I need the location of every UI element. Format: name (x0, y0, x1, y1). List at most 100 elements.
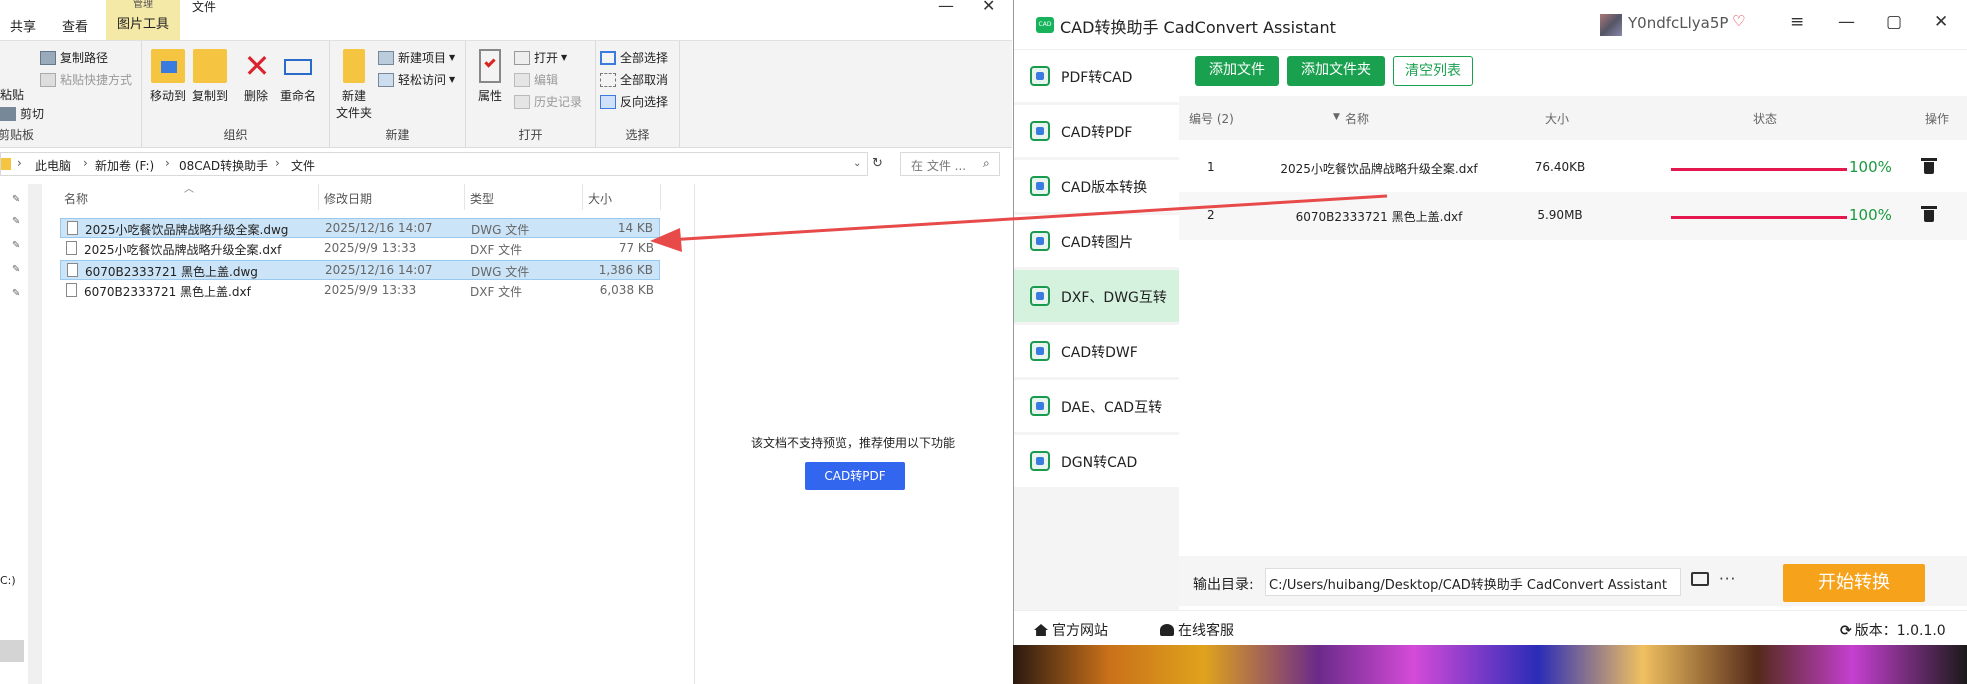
output-path-input[interactable]: C:/Users/huibang/Desktop/CAD转换助手 CadConv… (1265, 568, 1681, 596)
sort-down-icon[interactable]: ▼ (1333, 112, 1340, 122)
edit-button[interactable]: 编辑 (514, 71, 558, 88)
table-row[interactable]: 1 2025小吃餐饮品牌战略升级全案.dxf 76.40KB 100% (1179, 144, 1967, 192)
search-icon[interactable]: ⌕ (983, 156, 990, 171)
row-file-size: 5.90MB (1537, 208, 1583, 222)
pin-icon[interactable]: ✎ (12, 194, 20, 205)
file-row[interactable]: 2025小吃餐饮品牌战略升级全案.dxf 2025/9/9 13:33 DXF 文件… (60, 239, 660, 259)
online-service-link[interactable]: 在线客服 (1160, 620, 1234, 640)
avatar[interactable] (1600, 14, 1622, 36)
file-date: 2025/12/16 14:07 (325, 221, 433, 235)
ribbon-group-label: 新建 (385, 128, 410, 142)
close-icon[interactable]: ✕ (1934, 12, 1948, 32)
trash-icon[interactable] (1921, 206, 1937, 222)
cad-convert-window: CAD CAD转换助手 CadConvert Assistant Y0ndfcL… (1013, 0, 1967, 645)
sidebar-item[interactable]: PDF转CAD (1014, 50, 1179, 102)
new-folder-button[interactable]: 新建 文件夹 (334, 49, 374, 121)
file-size: 1,386 KB (598, 263, 653, 277)
file-row[interactable]: 6070B2333721 黑色上盖.dwg 2025/12/16 14:07 DWG… (60, 260, 660, 280)
cut-button[interactable]: 剪切 (0, 105, 44, 122)
column-divider[interactable] (464, 184, 465, 210)
breadcrumb-drive[interactable]: 新加卷 (F:) (95, 157, 154, 174)
header-name[interactable]: 名称 (1345, 110, 1369, 127)
copy-to-button[interactable]: 复制到 (190, 49, 230, 104)
start-convert-button[interactable]: 开始转换 (1783, 564, 1925, 602)
nav-scroll-thumb[interactable] (0, 640, 24, 662)
paste-button[interactable]: 粘贴 (0, 86, 24, 103)
diamond-icon[interactable]: ♡ (1732, 12, 1745, 30)
pin-icon[interactable]: ✎ (12, 240, 20, 251)
select-none-button[interactable]: 全部取消 (600, 71, 668, 88)
website-label: 官方网站 (1052, 623, 1108, 639)
new-item-icon (378, 50, 394, 65)
paste-shortcut-button[interactable]: 粘贴快捷方式 (40, 71, 132, 88)
column-divider[interactable] (660, 184, 661, 210)
new-item-button[interactable]: 新建项目 ▼ (378, 49, 455, 66)
select-all-button[interactable]: 全部选择 (600, 49, 668, 66)
sidebar-item[interactable]: DAE、CAD互转 (1014, 380, 1179, 432)
rename-button[interactable]: 重命名 (278, 49, 318, 104)
app-logo: CAD (1036, 17, 1054, 33)
copy-path-button[interactable]: 复制路径 (40, 49, 108, 66)
search-placeholder: 在 文件 ... (911, 159, 967, 173)
easy-access-button[interactable]: 轻松访问 ▼ (378, 71, 455, 88)
sidebar-item[interactable]: CAD转PDF (1014, 105, 1179, 157)
file-size: 14 KB (617, 221, 653, 235)
pin-icon[interactable]: ✎ (12, 216, 20, 227)
more-icon[interactable]: ··· (1719, 570, 1736, 588)
breadcrumb-folder[interactable]: 08CAD转换助手 (179, 157, 268, 174)
add-folder-button[interactable]: 添加文件夹 (1287, 56, 1385, 86)
sidebar-item[interactable]: DGN转CAD (1014, 435, 1179, 487)
chevron-down-icon[interactable]: ⌄ (853, 158, 861, 169)
properties-button[interactable]: 属性 (474, 49, 506, 104)
breadcrumb-current[interactable]: 文件 (291, 157, 315, 174)
user-name[interactable]: Y0ndfcLlya5P (1628, 14, 1728, 32)
nav-drive-label[interactable]: C:) (0, 574, 16, 587)
breadcrumb-this-pc[interactable]: 此电脑 (35, 157, 71, 174)
search-input[interactable]: 在 文件 ... ⌕ (900, 152, 1000, 176)
trash-icon[interactable] (1921, 158, 1937, 174)
main-panel: 添加文件 添加文件夹 清空列表 编号 (2) ▼ 名称 大小 状态 操作 1 20… (1179, 50, 1967, 610)
open-button[interactable]: 打开 ▼ (514, 49, 567, 66)
close-button[interactable]: ✕ (982, 0, 995, 15)
sidebar-item[interactable]: CAD转DWF (1014, 325, 1179, 377)
tab-picture-tools[interactable]: 图片工具 (106, 12, 180, 40)
table-row[interactable]: 2 6070B2333721 黑色上盖.dxf 5.90MB 100% (1179, 192, 1967, 240)
menu-icon[interactable]: ≡ (1790, 12, 1804, 32)
address-bar[interactable]: › 此电脑 › 新加卷 (F:) › 08CAD转换助手 › 文件 ⌄ (0, 152, 868, 176)
column-divider[interactable] (582, 184, 583, 210)
delete-button[interactable]: ✕ 删除 (240, 49, 272, 104)
minimize-icon[interactable]: — (1838, 12, 1855, 32)
column-divider[interactable] (318, 184, 319, 210)
cad-to-pdf-button[interactable]: CAD转PDF (805, 462, 905, 490)
nav-scrollbar[interactable] (0, 184, 42, 684)
maximize-icon[interactable]: ▢ (1886, 12, 1902, 32)
sidebar-item[interactable]: CAD版本转换 (1014, 160, 1179, 212)
refresh-icon[interactable]: ↻ (872, 156, 883, 171)
file-row[interactable]: 2025小吃餐饮品牌战略升级全案.dwg 2025/12/16 14:07 DWG … (60, 218, 660, 238)
version-info[interactable]: ⟳ 版本：1.0.1.0 (1840, 620, 1946, 640)
header-size: 大小 (1545, 112, 1570, 126)
column-size[interactable]: 大小 (588, 190, 612, 207)
website-link[interactable]: 官方网站 (1034, 620, 1108, 640)
folder-open-icon[interactable] (1691, 572, 1709, 586)
convert-icon (1030, 66, 1050, 86)
tab-share[interactable]: 共享 (10, 16, 36, 35)
new-item-label: 新建项目 (398, 51, 447, 65)
sidebar-item[interactable]: CAD转图片 (1014, 215, 1179, 267)
clear-list-button[interactable]: 清空列表 (1393, 56, 1473, 86)
move-to-button[interactable]: 移动到 (148, 49, 188, 104)
sidebar-item-label: CAD转图片 (1061, 235, 1134, 251)
file-row[interactable]: 6070B2333721 黑色上盖.dxf 2025/9/9 13:33 DXF 文… (60, 281, 660, 301)
sidebar-item[interactable]: DXF、DWG互转 (1014, 270, 1179, 322)
pin-icon[interactable]: ✎ (12, 288, 20, 299)
column-date[interactable]: 修改日期 (324, 190, 372, 207)
column-type[interactable]: 类型 (470, 190, 494, 207)
invert-selection-button[interactable]: 反向选择 (600, 93, 668, 110)
pin-icon[interactable]: ✎ (12, 264, 20, 275)
add-file-button[interactable]: 添加文件 (1195, 56, 1279, 86)
tab-view[interactable]: 查看 (62, 16, 88, 35)
minimize-button[interactable]: — (938, 0, 954, 15)
column-name[interactable]: 名称 (64, 190, 88, 207)
pencil-icon (514, 72, 530, 87)
history-button[interactable]: 历史记录 (514, 93, 582, 110)
